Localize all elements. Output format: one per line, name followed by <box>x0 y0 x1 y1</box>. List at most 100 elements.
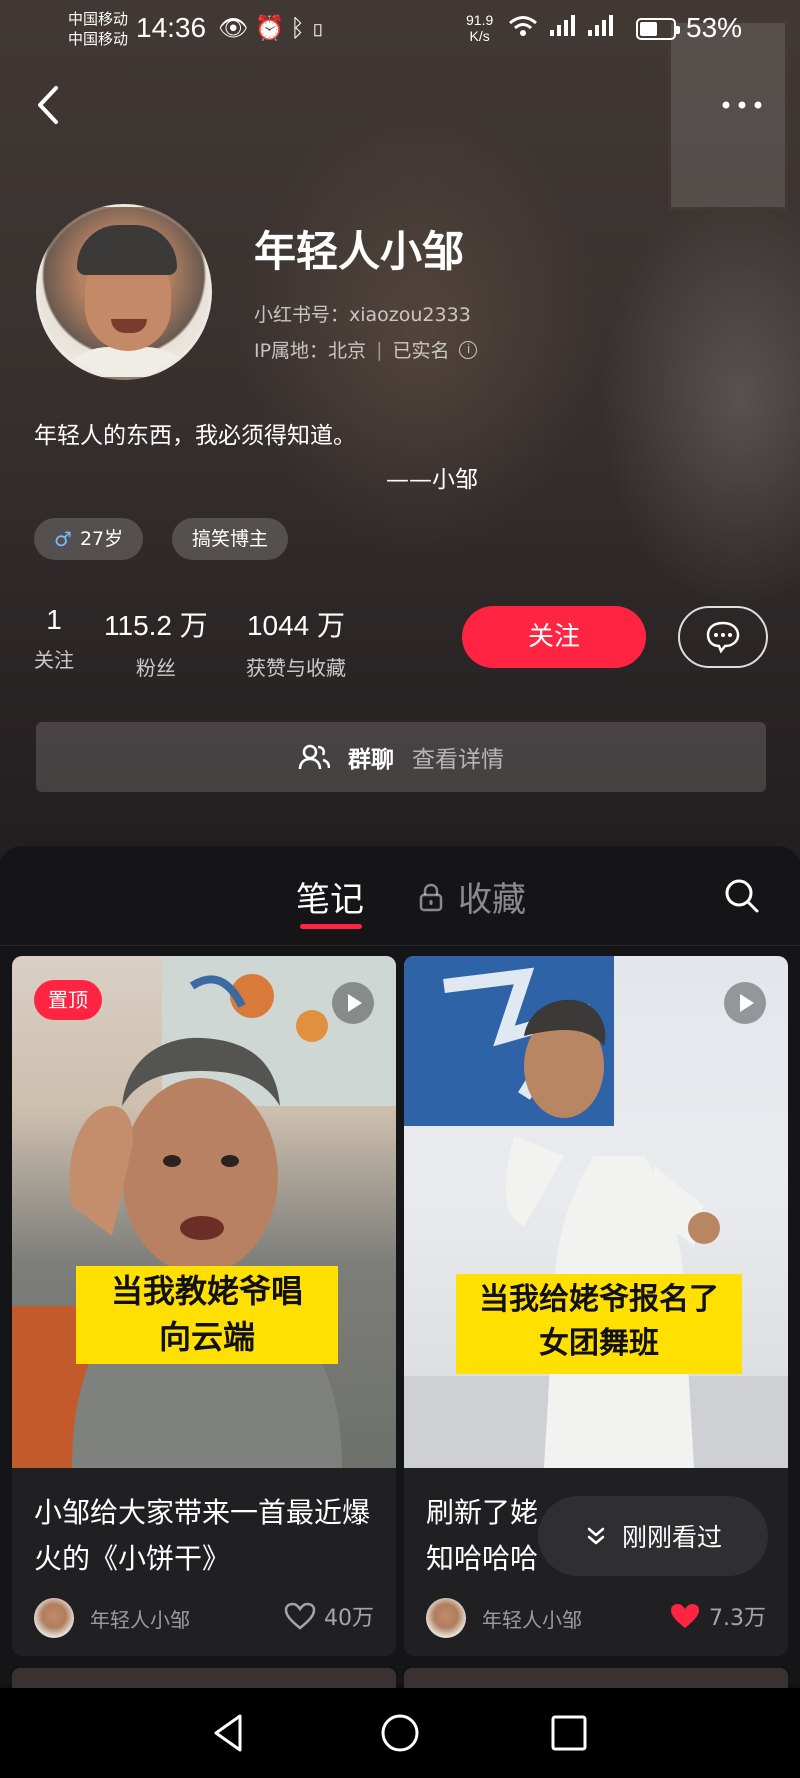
signal-icons <box>508 14 614 44</box>
fans-label: 粉丝 <box>135 656 176 680</box>
cell-signal-1-icon <box>550 15 576 36</box>
cell-signal-2-icon <box>588 15 614 36</box>
group-chat-detail: 查看详情 <box>412 747 504 773</box>
next-note-card-peek[interactable] <box>404 1668 788 1688</box>
profile-name: 年轻人小邹 <box>254 227 465 276</box>
author-name: 年轻人小邹 <box>90 1607 190 1632</box>
video-play-icon <box>332 982 374 1024</box>
likes-stat[interactable]: 1044 万 获赞与收藏 <box>246 604 346 681</box>
system-navigation-bar <box>0 1688 800 1778</box>
message-button[interactable] <box>678 606 768 668</box>
heart-outline-icon <box>284 1602 316 1630</box>
bluetooth-icon: ᛒ <box>290 15 311 42</box>
note-cover-image: 当我给姥爷报名了 女团舞班 <box>404 956 788 1468</box>
group-chat-bar[interactable]: 群聊 查看详情 <box>36 722 766 792</box>
fans-count: 115.2 万 <box>104 610 208 641</box>
fans-stat[interactable]: 115.2 万 粉丝 <box>104 604 208 681</box>
pinned-badge: 置顶 <box>34 980 102 1020</box>
search-button[interactable] <box>722 876 762 916</box>
profile-tabs: 笔记 收藏 <box>0 846 800 946</box>
more-options-button[interactable] <box>712 90 772 120</box>
following-count: 1 <box>46 604 62 635</box>
search-icon <box>725 879 759 913</box>
profile-bio: 年轻人的东西，我必须得知道。 <box>34 423 356 449</box>
red-id[interactable]: 小红书号：xiaozou2333 <box>254 300 471 327</box>
carrier-names: 中国移动 中国移动 <box>68 10 128 50</box>
profile-avatar[interactable] <box>36 204 212 380</box>
clock: 14:36 <box>136 12 207 43</box>
vibrate-icon: ▯ <box>310 15 332 42</box>
cover-caption-line-1: 当我给姥爷报名了 <box>479 1282 719 1317</box>
next-note-card-peek[interactable] <box>12 1668 396 1688</box>
recently-viewed-button[interactable]: 刚刚看过 <box>538 1496 768 1576</box>
system-back-button[interactable] <box>206 1710 252 1756</box>
note-author[interactable]: 年轻人小邹 <box>34 1598 190 1638</box>
cover-caption-line-2: 向云端 <box>158 1318 255 1356</box>
status-bar: 中国移动 中国移动 14:36 👁⏰ᛒ▯ 91.9 K/s 53% <box>0 0 800 60</box>
chat-bubble-icon <box>706 621 740 654</box>
recently-viewed-label: 刚刚看过 <box>621 1523 722 1552</box>
battery-icon <box>636 18 680 40</box>
double-chevron-down-icon <box>587 1527 605 1545</box>
tab-favorites[interactable]: 收藏 <box>418 872 526 921</box>
group-chat-label: 群聊 <box>348 747 394 773</box>
video-play-icon <box>724 982 766 1024</box>
ip-location: IP属地：北京 <box>254 340 367 362</box>
likes-label: 获赞与收藏 <box>246 656 346 680</box>
like-button[interactable]: 40万 <box>284 1600 374 1632</box>
likes-count: 1044 万 <box>246 610 346 641</box>
status-icons: 👁⏰ᛒ▯ <box>218 14 331 43</box>
lock-icon <box>419 883 443 911</box>
battery-fill <box>640 22 657 36</box>
cover-caption-line-1: 当我教姥爷唱 <box>110 1272 303 1310</box>
bio-signature: ——小邹 <box>386 467 478 493</box>
chevron-left-icon <box>38 86 58 124</box>
author-name: 年轻人小邹 <box>482 1607 582 1632</box>
cover-illustration <box>404 956 788 1468</box>
network-speed-value: 91.9 <box>466 12 494 28</box>
cover-caption: 当我给姥爷报名了 女团舞班 <box>456 1274 742 1374</box>
age-label: 27岁 <box>79 528 124 550</box>
follow-button[interactable]: 关注 <box>462 606 646 668</box>
following-label: 关注 <box>34 648 74 672</box>
male-gender-icon: ♂ <box>54 527 72 551</box>
note-title: 小邹给大家带来一首最近爆火的《小饼干》 <box>34 1496 371 1575</box>
divider: | <box>376 338 383 361</box>
author-avatar <box>34 1598 74 1638</box>
role-tag: 搞笑博主 <box>172 518 289 560</box>
tab-favorites-label: 收藏 <box>458 880 526 920</box>
heart-filled-icon <box>671 1604 699 1628</box>
following-stat[interactable]: 1 关注 <box>34 604 74 673</box>
carrier-2: 中国移动 <box>68 31 129 48</box>
cover-caption-line-2: 女团舞班 <box>539 1326 659 1361</box>
age-tag: ♂ 27岁 <box>34 518 144 560</box>
more-dots-icon <box>722 101 762 109</box>
system-home-button[interactable] <box>377 1710 423 1756</box>
ip-location-line: IP属地：北京 | 已实名 i <box>254 336 478 363</box>
note-author[interactable]: 年轻人小邹 <box>426 1598 582 1638</box>
cover-caption: 当我教姥爷唱 向云端 <box>76 1266 338 1364</box>
battery-percent: 53% <box>686 12 743 43</box>
verified-label: 已实名 <box>392 340 450 362</box>
note-card[interactable]: 置顶 当我教姥爷唱 向云端 小邹给大家带来一首最近爆火的《小饼干》 年轻人小邹 … <box>12 956 396 1656</box>
role-label: 搞笑博主 <box>192 528 269 550</box>
like-button[interactable]: 7.3万 <box>669 1600 766 1632</box>
active-tab-indicator <box>300 924 362 929</box>
carrier-1: 中国移动 <box>68 11 129 28</box>
square-recents-icon <box>551 1715 587 1751</box>
network-speed-unit: K/s <box>469 28 490 44</box>
note-cover-image: 置顶 当我教姥爷唱 向云端 <box>12 956 396 1468</box>
alarm-icon: ⏰ <box>254 15 291 42</box>
group-people-icon <box>298 744 330 770</box>
triangle-back-icon <box>214 1714 242 1752</box>
info-icon[interactable]: i <box>459 340 478 359</box>
network-speed: 91.9 K/s <box>466 12 493 44</box>
back-button[interactable] <box>30 80 70 130</box>
cover-illustration <box>12 956 396 1468</box>
tab-notes[interactable]: 笔记 <box>296 872 364 921</box>
system-recents-button[interactable] <box>546 1710 592 1756</box>
like-count: 40万 <box>324 1606 374 1631</box>
like-count: 7.3万 <box>709 1606 766 1631</box>
wifi-icon <box>509 16 537 36</box>
eye-icon: 👁 <box>218 15 255 42</box>
